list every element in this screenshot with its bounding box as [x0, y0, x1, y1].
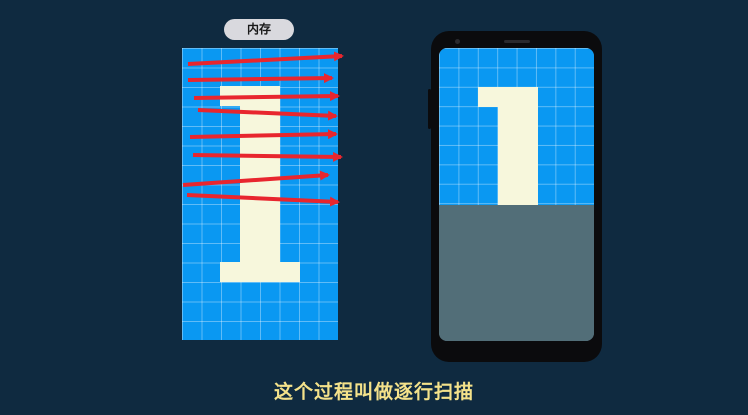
speaker-icon	[504, 40, 530, 43]
screen-unscanned-area	[439, 205, 594, 341]
phone	[428, 31, 602, 362]
scan-arrows	[182, 51, 344, 207]
phone-screen	[439, 48, 594, 341]
caption-subtitle: 这个过程叫做逐行扫描	[273, 381, 474, 403]
memory-grid	[182, 48, 338, 340]
glyph-one-base	[220, 262, 300, 282]
screen-glyph-flag	[478, 87, 498, 107]
phone-side-button	[428, 89, 431, 129]
screen-glyph-stem	[498, 87, 538, 205]
glyph-one-stem	[240, 86, 280, 282]
memory-label: 内存	[224, 19, 294, 40]
camera-icon	[455, 39, 460, 44]
screen-scanned-area	[439, 48, 594, 205]
